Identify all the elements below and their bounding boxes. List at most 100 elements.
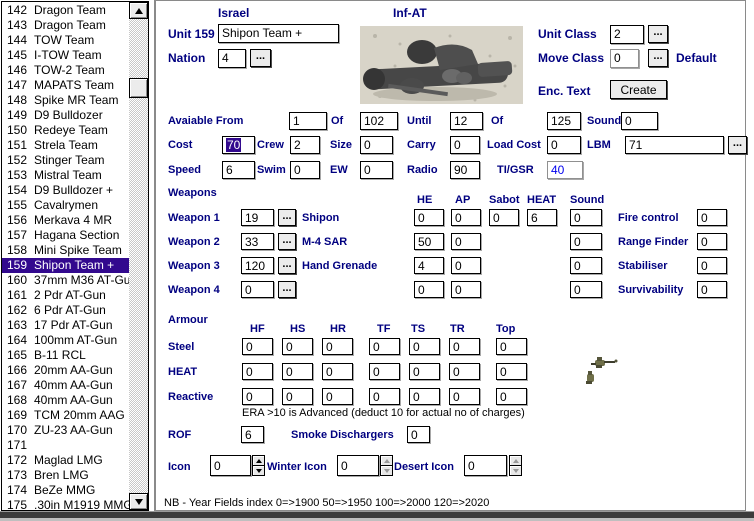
list-item[interactable]: 160 37mm M36 AT-Gun	[2, 273, 129, 288]
weapon2-id-field[interactable]: 33	[241, 233, 274, 250]
scrollbar-thumb[interactable]	[129, 78, 148, 98]
list-item[interactable]: 158 Mini Spike Team	[2, 243, 129, 258]
heat-hs-field[interactable]: 0	[282, 363, 313, 380]
weapon4-sound-field[interactable]: 0	[570, 281, 602, 298]
heat-ts-field[interactable]: 0	[409, 363, 440, 380]
unit-class-field[interactable]: 2	[610, 25, 644, 44]
unit-list-scrollbar[interactable]	[129, 2, 148, 510]
list-item[interactable]: 151 Strela Team	[2, 138, 129, 153]
list-item[interactable]: 155 Cavalrymen	[2, 198, 129, 213]
weapon1-sabot-field[interactable]: 0	[489, 209, 519, 226]
reactive-top-field[interactable]: 0	[496, 388, 527, 405]
list-item[interactable]: 159 Shipon Team +	[2, 258, 129, 273]
list-item[interactable]: 146 TOW-2 Team	[2, 63, 129, 78]
weapon2-sound-field[interactable]: 0	[570, 233, 602, 250]
list-item[interactable]: 144 TOW Team	[2, 33, 129, 48]
create-button[interactable]: Create	[610, 80, 667, 99]
weapon3-ap-field[interactable]: 0	[451, 257, 481, 274]
winter-icon-field[interactable]: 0	[337, 455, 379, 476]
steel-tf-field[interactable]: 0	[369, 338, 400, 355]
weapon4-ap-field[interactable]: 0	[451, 281, 481, 298]
list-item[interactable]: 153 Mistral Team	[2, 168, 129, 183]
list-item[interactable]: 170 ZU-23 AA-Gun	[2, 423, 129, 438]
reactive-ts-field[interactable]: 0	[409, 388, 440, 405]
move-class-browse-button[interactable]: ...	[648, 49, 668, 67]
weapon3-he-field[interactable]: 4	[414, 257, 444, 274]
weapon1-heat-field[interactable]: 6	[527, 209, 557, 226]
heat-hf-field[interactable]: 0	[242, 363, 273, 380]
list-item[interactable]: 142 Dragon Team	[2, 3, 129, 18]
list-item[interactable]: 168 40mm AA-Gun	[2, 393, 129, 408]
reactive-tr-field[interactable]: 0	[449, 388, 480, 405]
list-item[interactable]: 167 40mm AA-Gun	[2, 378, 129, 393]
list-item[interactable]: 150 Redeye Team	[2, 123, 129, 138]
until-field[interactable]: 12	[450, 112, 483, 130]
desert-spinner-down-icon[interactable]	[509, 465, 522, 476]
reactive-hf-field[interactable]: 0	[242, 388, 273, 405]
scroll-down-button[interactable]	[129, 493, 148, 510]
unit-class-browse-button[interactable]: ...	[648, 25, 668, 43]
desert-icon-spinner[interactable]	[509, 455, 522, 476]
size-field[interactable]: 0	[360, 136, 393, 154]
nation-browse-button[interactable]: ...	[250, 49, 271, 67]
steel-tr-field[interactable]: 0	[449, 338, 480, 355]
until-of-field[interactable]: 125	[547, 112, 581, 130]
weapon4-browse-button[interactable]: ...	[278, 281, 296, 298]
list-item[interactable]: 161 2 Pdr AT-Gun	[2, 288, 129, 303]
steel-top-field[interactable]: 0	[496, 338, 527, 355]
weapon3-id-field[interactable]: 120	[241, 257, 274, 274]
carry-field[interactable]: 0	[450, 136, 480, 154]
heat-top-field[interactable]: 0	[496, 363, 527, 380]
weapon2-he-field[interactable]: 50	[414, 233, 444, 250]
list-item[interactable]: 169 TCM 20mm AAG	[2, 408, 129, 423]
list-item[interactable]: 175 .30in M1919 MMG	[2, 498, 129, 509]
rof-field[interactable]: 6	[241, 426, 264, 443]
heat-hr-field[interactable]: 0	[322, 363, 353, 380]
winter-spinner-down-icon[interactable]	[380, 465, 393, 476]
available-of-field[interactable]: 102	[360, 112, 398, 130]
weapon3-browse-button[interactable]: ...	[278, 257, 296, 274]
fire-control-field[interactable]: 0	[697, 209, 727, 226]
list-item[interactable]: 162 6 Pdr AT-Gun	[2, 303, 129, 318]
list-item[interactable]: 173 Bren LMG	[2, 468, 129, 483]
load-cost-field[interactable]: 0	[547, 136, 581, 154]
weapon4-he-field[interactable]: 0	[414, 281, 444, 298]
icon-spinner-down-icon[interactable]	[252, 465, 265, 476]
survivability-field[interactable]: 0	[697, 281, 727, 298]
list-item[interactable]: 165 B-11 RCL	[2, 348, 129, 363]
list-item[interactable]: 145 I-TOW Team	[2, 48, 129, 63]
list-item[interactable]: 174 BeZe MMG	[2, 483, 129, 498]
icon-spinner[interactable]	[252, 455, 265, 476]
tigsr-field[interactable]: 40	[547, 161, 583, 179]
list-item[interactable]: 163 17 Pdr AT-Gun	[2, 318, 129, 333]
list-item[interactable]: 148 Spike MR Team	[2, 93, 129, 108]
speed-field[interactable]: 6	[222, 161, 255, 179]
list-item[interactable]: 143 Dragon Team	[2, 18, 129, 33]
steel-hs-field[interactable]: 0	[282, 338, 313, 355]
reactive-tf-field[interactable]: 0	[369, 388, 400, 405]
weapon1-sound-field[interactable]: 0	[570, 209, 602, 226]
unit-name-field[interactable]: Shipon Team +	[218, 24, 339, 43]
list-item[interactable]: 172 Maglad LMG	[2, 453, 129, 468]
reactive-hr-field[interactable]: 0	[322, 388, 353, 405]
list-item[interactable]: 149 D9 Bulldozer	[2, 108, 129, 123]
heat-tr-field[interactable]: 0	[449, 363, 480, 380]
range-finder-field[interactable]: 0	[697, 233, 727, 250]
cost-field[interactable]: 70	[222, 136, 255, 154]
steel-ts-field[interactable]: 0	[409, 338, 440, 355]
weapon1-he-field[interactable]: 0	[414, 209, 444, 226]
list-item[interactable]: 166 20mm AA-Gun	[2, 363, 129, 378]
crew-field[interactable]: 2	[290, 136, 320, 154]
move-class-field[interactable]: 0	[610, 49, 639, 68]
sound-field[interactable]: 0	[621, 112, 658, 130]
winter-icon-spinner[interactable]	[380, 455, 393, 476]
unit-list[interactable]: 142 Dragon Team 143 Dragon Team 144 TOW Team 1…	[1, 1, 149, 511]
steel-hf-field[interactable]: 0	[242, 338, 273, 355]
list-item[interactable]: 157 Hagana Section	[2, 228, 129, 243]
icon-field[interactable]: 0	[210, 455, 251, 476]
weapon3-sound-field[interactable]: 0	[570, 257, 602, 274]
list-item[interactable]: 152 Stinger Team	[2, 153, 129, 168]
desert-icon-field[interactable]: 0	[464, 455, 507, 476]
list-item[interactable]: 171	[2, 438, 129, 453]
swim-field[interactable]: 0	[290, 161, 320, 179]
